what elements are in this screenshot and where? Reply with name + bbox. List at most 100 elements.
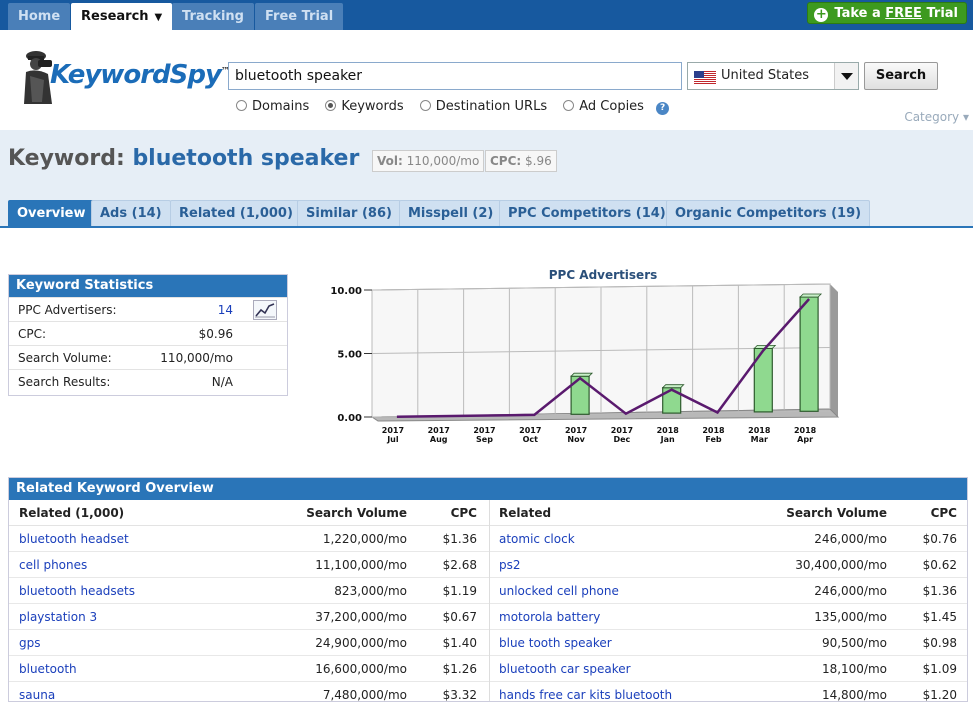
category-dropdown[interactable]: Category ▾ [904, 110, 969, 124]
keyword-band: Keyword: bluetooth speaker Vol: 110,000/… [0, 130, 973, 228]
search-volume-cell: 246,000/mo [814, 584, 887, 598]
keyword-link[interactable]: atomic clock [499, 526, 575, 552]
keyword-link[interactable]: bluetooth headsets [19, 578, 135, 604]
page-title: Keyword: bluetooth speaker [8, 146, 359, 171]
radio-keywords[interactable]: Keywords [325, 99, 404, 114]
tab-misspell[interactable]: Misspell (2) [399, 200, 503, 226]
x-tick-label-year: 2017 [428, 426, 450, 435]
cpc-cell: $0.62 [922, 558, 957, 572]
cpc-cell: $0.98 [922, 636, 957, 650]
search-volume-cell: 37,200,000/mo [315, 610, 407, 624]
keyword-link[interactable]: bluetooth car speaker [499, 656, 631, 682]
radio-circle [419, 100, 431, 111]
stat-value-ppc-advertisers[interactable]: 14 [218, 298, 233, 322]
trend-chart-icon[interactable] [253, 300, 277, 320]
x-tick-label-year: 2017 [519, 426, 541, 435]
search-volume-cell: 90,500/mo [821, 636, 887, 650]
trial-suffix: Trial [921, 6, 958, 21]
header: KeywordSpy™ United States Search Domains… [0, 30, 973, 130]
search-volume-cell: 11,100,000/mo [315, 558, 407, 572]
trend-line-icon [255, 303, 275, 318]
keywordspy-logo[interactable]: KeywordSpy™ [20, 46, 230, 108]
cpc-cell: $3.32 [442, 688, 477, 702]
free-trial-button[interactable]: + Take a FREE Trial [807, 2, 967, 24]
keyword-link[interactable]: sauna [19, 682, 55, 701]
keyword-link[interactable]: cell phones [19, 552, 87, 578]
keyword-link[interactable]: ps2 [499, 552, 521, 578]
stat-row-search-volume: Search Volume: 110,000/mo [9, 345, 287, 369]
keyword-link[interactable]: playstation 3 [19, 604, 97, 630]
x-tick-label-month: Oct [523, 435, 539, 444]
column-header-search-volume[interactable]: Search Volume [269, 500, 407, 526]
column-header-cpc[interactable]: CPC [419, 500, 477, 526]
nav-tab-free-trial[interactable]: Free Trial [255, 3, 344, 30]
keyword-link[interactable]: hands free car kits bluetooth [499, 682, 672, 701]
keyword-link[interactable]: blue tooth speaker [499, 630, 612, 656]
x-tick-label-year: 2017 [382, 426, 404, 435]
tab-ads[interactable]: Ads (14) [91, 200, 171, 226]
search-button[interactable]: Search [864, 62, 938, 90]
tab-ppc-competitors[interactable]: PPC Competitors (14) [499, 200, 675, 226]
tab-related[interactable]: Related (1,000) [170, 200, 302, 226]
nav-tab-tracking[interactable]: Tracking [172, 3, 254, 30]
stat-label: CPC: [18, 327, 47, 341]
chart-title: PPC Advertisers [549, 268, 658, 282]
y-tick-label: 5.00 [337, 350, 362, 361]
keyword-link[interactable]: unlocked cell phone [499, 578, 619, 604]
help-icon[interactable]: ? [656, 102, 670, 115]
nav-tab-label: Home [18, 9, 61, 24]
keyword-link[interactable]: bluetooth [19, 656, 77, 682]
radio-circle [236, 100, 247, 111]
ppc-advertisers-chart: PPC Advertisers0.005.0010.002017Jul2017A… [330, 268, 840, 444]
stat-value-search-results: N/A [211, 375, 233, 389]
stat-label: PPC Advertisers: [18, 303, 117, 317]
x-tick-label-month: Sep [476, 435, 493, 444]
cpc-cell: $0.76 [922, 532, 957, 546]
x-tick-label-month: Mar [751, 435, 768, 444]
search-volume-cell: 823,000/mo [334, 584, 407, 598]
column-header-related-right[interactable]: Related [499, 500, 551, 526]
volume-badge: Vol: 110,000/mo [372, 150, 485, 172]
cpc-cell: $1.26 [442, 662, 477, 676]
tab-similar[interactable]: Similar (86) [297, 200, 401, 226]
tab-overview[interactable]: Overview [8, 200, 95, 226]
radio-destination-urls[interactable]: Destination URLs [419, 99, 547, 114]
search-input[interactable] [228, 62, 682, 90]
column-header-search-volume-right[interactable]: Search Volume [749, 500, 887, 526]
keyword-term: bluetooth speaker [132, 146, 360, 171]
tab-organic-competitors[interactable]: Organic Competitors (19) [666, 200, 871, 226]
category-label: Category [904, 110, 960, 124]
keyword-link[interactable]: bluetooth headset [19, 526, 129, 552]
trial-prefix: Take a [834, 6, 886, 21]
search-volume-cell: 24,900,000/mo [315, 636, 407, 650]
x-tick-label-year: 2017 [611, 426, 633, 435]
nav-tab-research[interactable]: Research ▼ [71, 3, 173, 30]
nav-tab-label: Research [81, 9, 149, 24]
radio-label: Keywords [341, 99, 404, 114]
related-keyword-overview-title: Related Keyword Overview [9, 478, 967, 500]
nav-tab-home[interactable]: Home [8, 3, 71, 30]
column-header-cpc-right[interactable]: CPC [899, 500, 957, 526]
x-tick-label-month: Nov [567, 435, 585, 444]
radio-circle-selected [325, 100, 337, 111]
trial-free: FREE [885, 6, 922, 21]
country-select[interactable]: United States [687, 62, 859, 90]
chart-bar-top [799, 293, 823, 298]
radio-circle [563, 100, 575, 111]
us-flag-icon [694, 71, 716, 84]
volume-label: Vol: [377, 154, 403, 168]
column-header-related[interactable]: Related (1,000) [19, 500, 124, 526]
logo-spy: Spy [169, 60, 222, 90]
cpc-badge: CPC: $.96 [485, 150, 557, 172]
keyword-link[interactable]: gps [19, 630, 41, 656]
radio-ad-copies[interactable]: Ad Copies [563, 99, 644, 114]
cpc-cell: $1.19 [442, 584, 477, 598]
keyword-link[interactable]: motorola battery [499, 604, 600, 630]
search-volume-cell: 1,220,000/mo [322, 532, 407, 546]
cpc-cell: $1.36 [442, 532, 477, 546]
radio-domains[interactable]: Domains [236, 99, 309, 114]
plot-side [830, 284, 838, 417]
chevron-down-icon[interactable] [834, 63, 858, 89]
x-tick-label-month: Jan [660, 435, 675, 444]
search-volume-cell: 18,100/mo [821, 662, 887, 676]
